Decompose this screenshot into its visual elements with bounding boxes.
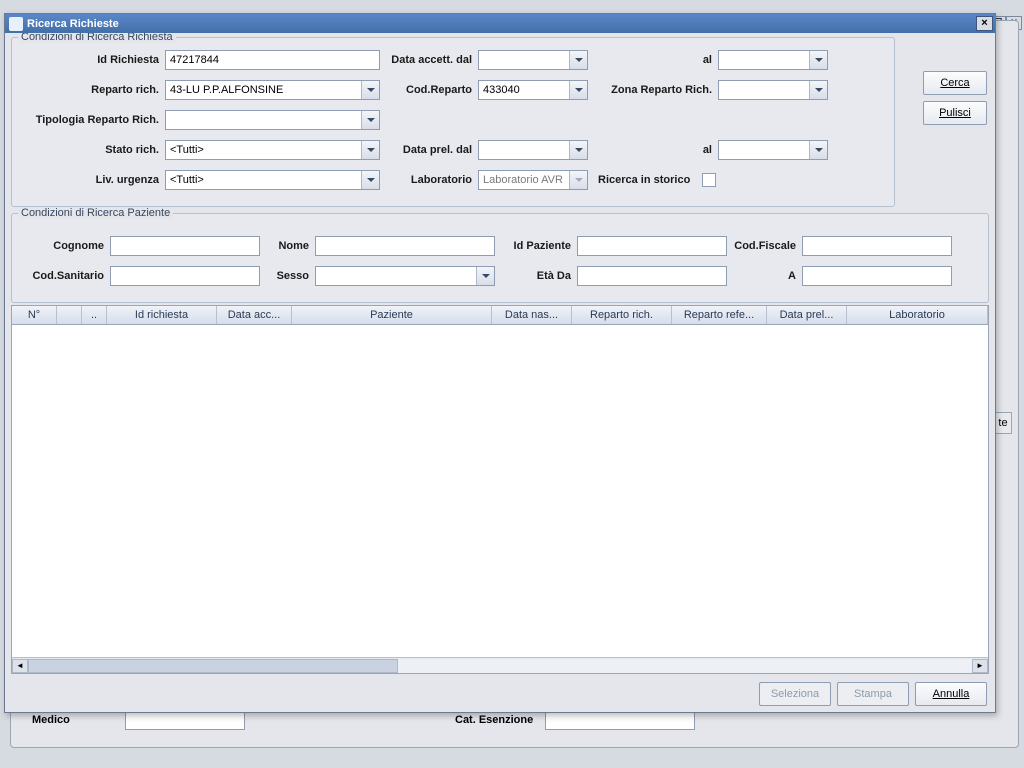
cod-sanitario-input[interactable] [110,266,260,286]
col-paziente[interactable]: Paziente [292,306,492,324]
nome-label: Nome [260,240,315,252]
cod-fiscale-input[interactable] [802,236,952,256]
chevron-down-icon [569,171,587,189]
chevron-down-icon [476,267,494,285]
laboratorio-combo: Laboratorio AVR [478,170,588,190]
bg-cat-esenzione-label: Cat. Esenzione [455,714,533,726]
zona-reparto-combo[interactable] [718,80,828,100]
bg-partial-button[interactable]: te [994,412,1012,434]
dialog-footer: Seleziona Stampa Annulla [5,676,995,712]
id-paziente-input[interactable] [577,236,727,256]
richiesta-legend: Condizioni di Ricerca Richiesta [18,33,176,43]
stato-rich-combo[interactable]: <Tutti> [165,140,380,160]
chevron-down-icon [569,51,587,69]
liv-urgenza-combo[interactable]: <Tutti> [165,170,380,190]
cod-reparto-label: Cod.Reparto [380,84,478,96]
horizontal-scrollbar[interactable]: ◄ ► [12,657,988,673]
data-accett-label: Data accett. dal [380,54,478,66]
chevron-down-icon [809,141,827,159]
liv-urgenza-label: Liv. urgenza [20,174,165,186]
al-label-accett: al [588,54,718,66]
cognome-input[interactable] [110,236,260,256]
scroll-left-icon[interactable]: ◄ [12,659,28,673]
chevron-down-icon [809,51,827,69]
chevron-down-icon [569,81,587,99]
reparto-rich-label: Reparto rich. [20,84,165,96]
eta-da-input[interactable] [577,266,727,286]
annulla-button[interactable]: Annulla [915,682,987,706]
richiesta-fieldset: Condizioni di Ricerca Richiesta Id Richi… [11,37,895,207]
stampa-button: Stampa [837,682,909,706]
eta-a-input[interactable] [802,266,952,286]
cod-reparto-value: 433040 [483,84,520,96]
al-label-prel: al [588,144,718,156]
close-icon[interactable]: × [976,16,993,31]
col-data-prel[interactable]: Data prel... [767,306,847,324]
scroll-thumb[interactable] [28,659,398,673]
chevron-down-icon [361,81,379,99]
window-title: Ricerca Richieste [27,18,119,30]
data-accett-dal-combo[interactable] [478,50,588,70]
scroll-right-icon[interactable]: ► [972,659,988,673]
ricerca-storico-checkbox[interactable] [702,173,716,187]
col-dots[interactable]: .. [82,306,107,324]
bg-medico-field[interactable] [125,710,245,730]
chevron-down-icon [361,171,379,189]
sesso-combo[interactable] [315,266,495,286]
eta-a-label: A [727,270,802,282]
chevron-down-icon [361,111,379,129]
tipologia-reparto-label: Tipologia Reparto Rich. [20,114,165,126]
results-grid: N° .. Id richiesta Data acc... Paziente … [11,305,989,674]
col-data-acc[interactable]: Data acc... [217,306,292,324]
cod-fiscale-label: Cod.Fiscale [727,240,802,252]
reparto-rich-combo[interactable]: 43-LU P.P.ALFONSINE [165,80,380,100]
zona-reparto-label: Zona Reparto Rich. [588,84,718,96]
tipologia-reparto-combo[interactable] [165,110,380,130]
action-button-panel: Cerca Pulisci [923,71,987,125]
laboratorio-label: Laboratorio [380,174,478,186]
stato-rich-label: Stato rich. [20,144,165,156]
data-prel-dal-combo[interactable] [478,140,588,160]
col-n[interactable]: N° [12,306,57,324]
cod-sanitario-label: Cod.Sanitario [20,270,110,282]
data-prel-al-combo[interactable] [718,140,828,160]
ricerca-richieste-dialog: Ricerca Richieste × Cerca Pulisci Condiz… [4,13,996,713]
ricerca-storico-label: Ricerca in storico [588,174,698,186]
stato-rich-value: <Tutti> [170,144,204,156]
pulisci-button[interactable]: Pulisci [923,101,987,125]
chevron-down-icon [569,141,587,159]
seleziona-button: Seleziona [759,682,831,706]
scroll-track[interactable] [28,659,972,673]
bg-cat-esenzione-field[interactable] [545,710,695,730]
id-richiesta-input[interactable] [165,50,380,70]
paziente-legend: Condizioni di Ricerca Paziente [18,207,173,219]
col-laboratorio[interactable]: Laboratorio [847,306,988,324]
paziente-fieldset: Condizioni di Ricerca Paziente Cognome N… [11,213,989,303]
col-id-richiesta[interactable]: Id richiesta [107,306,217,324]
chevron-down-icon [809,81,827,99]
reparto-rich-value: 43-LU P.P.ALFONSINE [170,84,283,96]
grid-header: N° .. Id richiesta Data acc... Paziente … [12,306,988,325]
titlebar[interactable]: Ricerca Richieste × [5,14,995,33]
laboratorio-value: Laboratorio AVR [483,174,563,186]
col-reparto-refe[interactable]: Reparto refe... [672,306,767,324]
sesso-label: Sesso [260,270,315,282]
data-accett-al-combo[interactable] [718,50,828,70]
app-icon [9,17,23,31]
id-richiesta-label: Id Richiesta [20,54,165,66]
id-paziente-label: Id Paziente [495,240,577,252]
eta-da-label: Età Da [495,270,577,282]
nome-input[interactable] [315,236,495,256]
liv-urgenza-value: <Tutti> [170,174,204,186]
bg-medico-label: Medico [32,714,70,726]
cerca-button[interactable]: Cerca [923,71,987,95]
col-blank[interactable] [57,306,82,324]
data-prel-label: Data prel. dal [380,144,478,156]
chevron-down-icon [361,141,379,159]
cognome-label: Cognome [20,240,110,252]
col-data-nas[interactable]: Data nas... [492,306,572,324]
col-reparto-rich[interactable]: Reparto rich. [572,306,672,324]
cod-reparto-combo[interactable]: 433040 [478,80,588,100]
grid-body[interactable] [12,325,988,657]
